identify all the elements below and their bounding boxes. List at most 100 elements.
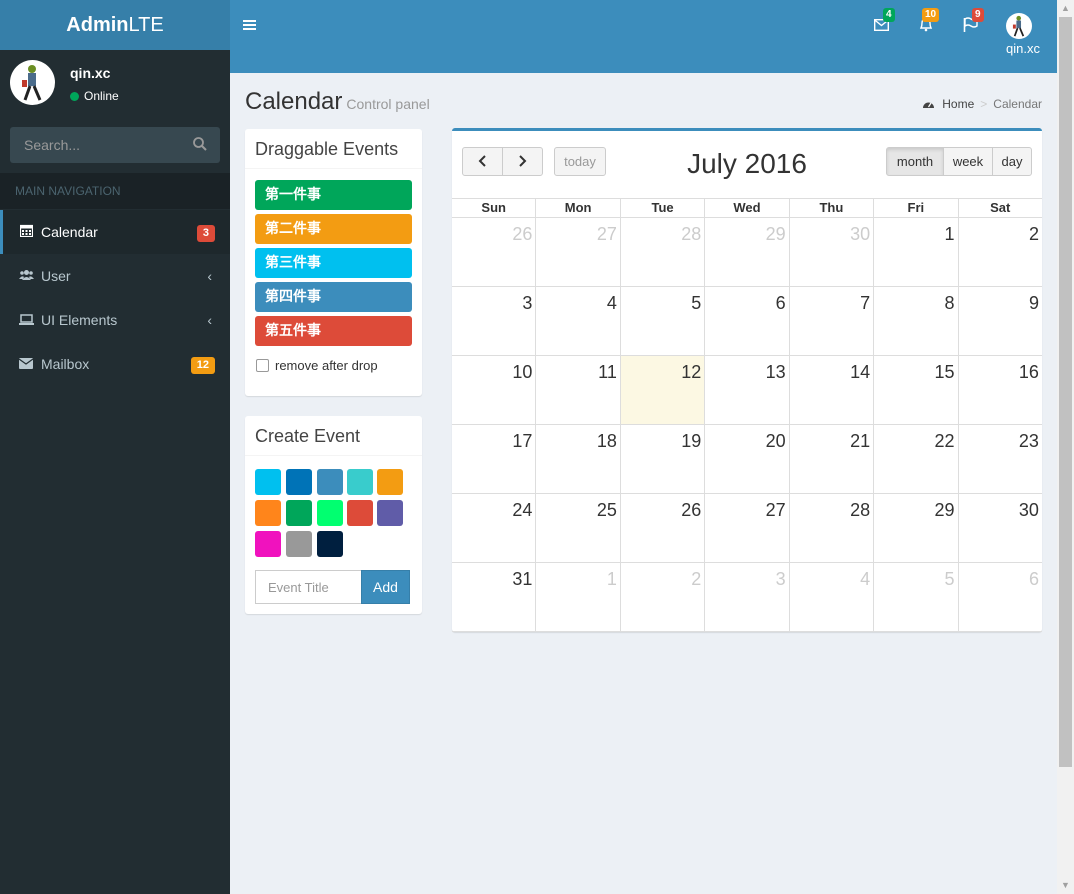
calendar-day-cell[interactable]: 3 <box>452 287 537 355</box>
color-swatch-navy[interactable] <box>317 531 343 557</box>
chevron-left-icon: ‹ <box>207 312 212 328</box>
calendar-day-cell[interactable]: 6 <box>959 563 1042 631</box>
calendar-day-cell[interactable]: 30 <box>959 494 1042 562</box>
calendar-day-cell[interactable]: 5 <box>874 563 959 631</box>
calendar-day-cell[interactable]: 28 <box>621 218 706 286</box>
weekday-thu: Thu <box>790 199 875 217</box>
calendar-day-cell[interactable]: 13 <box>705 356 790 424</box>
prev-button[interactable] <box>462 147 503 176</box>
calendar-day-cell[interactable]: 1 <box>536 563 621 631</box>
remove-after-drop-checkbox[interactable] <box>256 359 269 372</box>
color-swatch-fuchsia[interactable] <box>255 531 281 557</box>
next-button[interactable] <box>502 147 543 176</box>
chevron-right-icon <box>518 154 527 169</box>
external-event-4[interactable]: 第四件事 <box>255 282 412 312</box>
search-icon[interactable] <box>193 137 207 154</box>
external-event-5[interactable]: 第五件事 <box>255 316 412 346</box>
calendar-day-cell[interactable]: 19 <box>621 425 706 493</box>
chevron-left-icon <box>478 154 487 169</box>
color-swatch-teal[interactable] <box>347 469 373 495</box>
create-event-title: Create Event <box>245 416 422 456</box>
page-scrollbar[interactable]: ▲ ▼ <box>1057 0 1074 894</box>
calendar-day-cell[interactable]: 4 <box>536 287 621 355</box>
calendar-day-cell[interactable]: 23 <box>959 425 1042 493</box>
calendar-day-cell[interactable]: 20 <box>705 425 790 493</box>
calendar-day-cell[interactable]: 27 <box>705 494 790 562</box>
sidebar-toggle-icon[interactable] <box>243 15 256 36</box>
day-view-button[interactable]: day <box>992 147 1032 176</box>
scroll-down-icon[interactable]: ▼ <box>1057 877 1074 894</box>
calendar-day-cell[interactable]: 28 <box>790 494 875 562</box>
external-event-2[interactable]: 第二件事 <box>255 214 412 244</box>
color-swatch-light-blue[interactable] <box>317 469 343 495</box>
user-name: qin.xc <box>70 65 111 81</box>
calendar-day-cell[interactable]: 29 <box>874 494 959 562</box>
calendar-day-cell[interactable]: 17 <box>452 425 537 493</box>
scroll-up-icon[interactable]: ▲ <box>1057 0 1074 17</box>
sidebar-item-ui-elements[interactable]: UI Elements ‹ <box>0 298 230 342</box>
color-swatch-yellow[interactable] <box>377 469 403 495</box>
app-logo[interactable]: AdminLTE <box>0 0 230 50</box>
calendar-day-cell[interactable]: 5 <box>621 287 706 355</box>
weekday-header: Sun Mon Tue Wed Thu Fri Sat <box>452 198 1042 218</box>
notifications-button[interactable]: 10 <box>919 8 940 37</box>
calendar-day-cell[interactable]: 2 <box>959 218 1042 286</box>
calendar-day-cell[interactable]: 26 <box>621 494 706 562</box>
calendar-day-cell[interactable]: 25 <box>536 494 621 562</box>
calendar-icon <box>18 210 34 254</box>
calendar-day-cell[interactable]: 11 <box>536 356 621 424</box>
calendar-day-cell[interactable]: 1 <box>874 218 959 286</box>
color-swatch-green[interactable] <box>286 500 312 526</box>
sidebar-item-mailbox[interactable]: Mailbox 12 <box>0 342 230 386</box>
external-event-1[interactable]: 第一件事 <box>255 180 412 210</box>
calendar-day-cell[interactable]: 18 <box>536 425 621 493</box>
calendar-day-cell[interactable]: 29 <box>705 218 790 286</box>
calendar-day-cell[interactable]: 24 <box>452 494 537 562</box>
calendar-day-cell[interactable]: 8 <box>874 287 959 355</box>
calendar-day-cell[interactable]: 31 <box>452 563 537 631</box>
calendar-day-cell[interactable]: 10 <box>452 356 537 424</box>
notifications-badge: 10 <box>922 8 940 22</box>
remove-after-drop[interactable]: remove after drop <box>256 358 378 373</box>
weekday-sun: Sun <box>452 199 537 217</box>
color-swatch-lime[interactable] <box>317 500 343 526</box>
color-swatch-purple[interactable] <box>377 500 403 526</box>
page-subtitle: Control panel <box>346 96 430 112</box>
sidebar-item-user[interactable]: User ‹ <box>0 254 230 298</box>
calendar-day-cell[interactable]: 21 <box>790 425 875 493</box>
color-swatch-orange[interactable] <box>255 500 281 526</box>
sidebar: qin.xc Online MAIN NAVIGATION Calendar 3… <box>0 50 230 894</box>
external-event-3[interactable]: 第三件事 <box>255 248 412 278</box>
month-view-button[interactable]: month <box>886 147 944 176</box>
scrollbar-thumb[interactable] <box>1059 17 1072 767</box>
calendar-day-cell[interactable]: 7 <box>790 287 875 355</box>
calendar-day-cell[interactable]: 27 <box>536 218 621 286</box>
breadcrumb-home-link[interactable]: Home <box>942 97 974 111</box>
week-view-button[interactable]: week <box>943 147 993 176</box>
calendar-day-cell[interactable]: 4 <box>790 563 875 631</box>
calendar-day-cell[interactable]: 3 <box>705 563 790 631</box>
today-button[interactable]: today <box>554 147 606 176</box>
color-swatch-red[interactable] <box>347 500 373 526</box>
color-swatch-aqua[interactable] <box>255 469 281 495</box>
event-title-input[interactable] <box>255 570 362 604</box>
color-swatch-blue[interactable] <box>286 469 312 495</box>
tasks-button[interactable]: 9 <box>963 8 984 37</box>
calendar-day-cell[interactable]: 6 <box>705 287 790 355</box>
calendar-day-cell[interactable]: 30 <box>790 218 875 286</box>
search-input[interactable] <box>10 127 220 163</box>
calendar-day-cell[interactable]: 22 <box>874 425 959 493</box>
navbar-username[interactable]: qin.xc <box>1006 41 1040 56</box>
sidebar-item-calendar[interactable]: Calendar 3 <box>0 210 230 254</box>
add-event-button[interactable]: Add <box>361 570 410 604</box>
messages-button[interactable]: 4 <box>873 8 895 36</box>
calendar-day-cell[interactable]: 26 <box>452 218 537 286</box>
calendar-day-cell[interactable]: 16 <box>959 356 1042 424</box>
navbar-avatar[interactable] <box>1006 13 1032 39</box>
calendar-day-cell[interactable]: 12 <box>620 356 706 424</box>
calendar-day-cell[interactable]: 9 <box>959 287 1042 355</box>
calendar-day-cell[interactable]: 2 <box>621 563 706 631</box>
calendar-day-cell[interactable]: 15 <box>874 356 959 424</box>
color-swatch-gray[interactable] <box>286 531 312 557</box>
calendar-day-cell[interactable]: 14 <box>790 356 875 424</box>
